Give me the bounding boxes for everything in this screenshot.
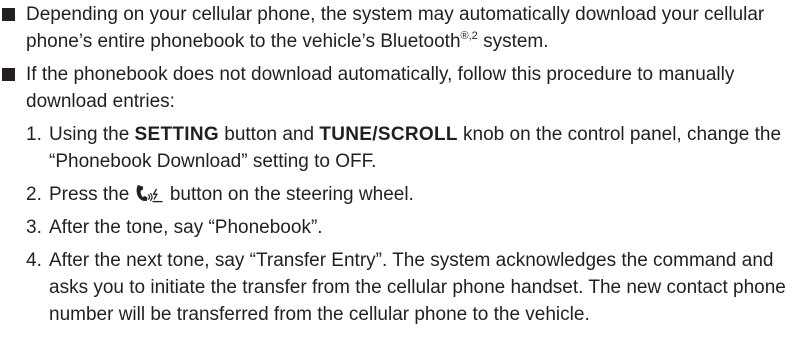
bullet-item-manual-download: If the phonebook does not download autom… <box>0 61 803 328</box>
step-text: After the next tone, say “Transfer Entry… <box>49 250 786 325</box>
step-text: After the tone, say “Phonebook”. <box>49 217 323 238</box>
step-item-1: 1. Using the SETTING button and TUNE/SCR… <box>26 121 803 175</box>
square-bullet-icon <box>2 68 15 81</box>
step-text: button and <box>218 124 320 145</box>
step-number: 4. <box>26 250 42 271</box>
step-item-4: 4. After the next tone, say “Transfer En… <box>26 247 803 328</box>
phone-voice-icon <box>136 185 163 203</box>
step-text: button on the steering wheel. <box>164 184 414 205</box>
setting-button-name: SETTING <box>134 124 219 145</box>
step-text: Using the <box>49 124 135 145</box>
square-bullet-icon <box>2 8 15 21</box>
registered-superscript: ®,2 <box>460 30 478 42</box>
tune-scroll-knob-name: TUNE/SCROLL <box>319 124 458 145</box>
bullet-text: If the phonebook does not download autom… <box>26 64 735 112</box>
step-number: 1. <box>26 124 42 145</box>
step-item-3: 3. After the tone, say “Phonebook”. <box>26 214 803 241</box>
step-number: 3. <box>26 217 42 238</box>
bullet-text-end: system. <box>477 31 549 52</box>
procedure-steps: 1. Using the SETTING button and TUNE/SCR… <box>26 121 803 328</box>
bullet-text: Depending on your cellular phone, the sy… <box>26 4 765 52</box>
step-text: Press the <box>49 184 135 205</box>
step-number: 2. <box>26 184 42 205</box>
step-item-2: 2. Press the button on the steering whee… <box>26 181 803 208</box>
instructions-document: Depending on your cellular phone, the sy… <box>0 1 803 334</box>
bullet-item-auto-download: Depending on your cellular phone, the sy… <box>0 1 803 55</box>
